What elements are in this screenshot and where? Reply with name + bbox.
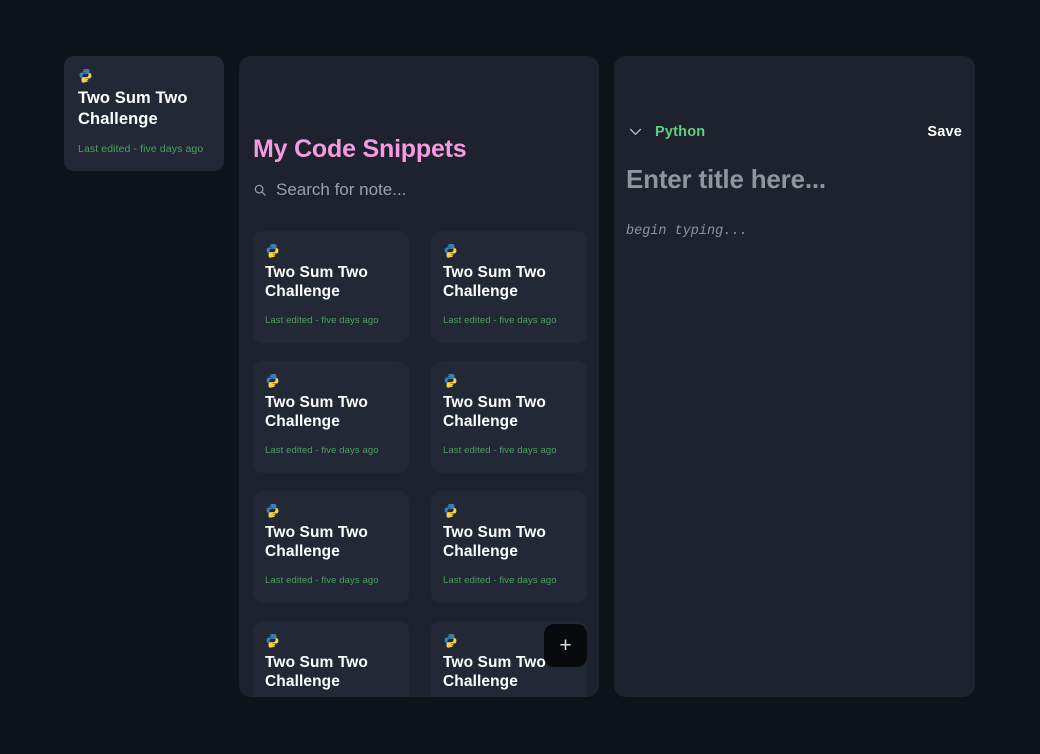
editor-panel: Python Save <box>614 56 975 697</box>
python-icon <box>444 373 457 388</box>
snippet-card-grid: Two Sum Two Challenge Last edited - five… <box>253 231 587 697</box>
snippet-card-title: Two Sum Two Challenge <box>443 264 546 301</box>
snippet-card-title: Two Sum Two Challenge <box>265 394 368 431</box>
note-body-textarea[interactable] <box>626 222 962 677</box>
add-snippet-button[interactable]: + <box>544 624 587 667</box>
sidebar-note-title: Two Sum Two Challenge <box>78 89 188 128</box>
snippet-card[interactable]: Two Sum Two Challenge Last edited - five… <box>431 491 587 603</box>
python-icon <box>266 633 279 648</box>
snippet-card-meta: Last edited - five days ago <box>443 444 557 456</box>
snippet-card[interactable]: Two Sum Two Challenge Last edited - five… <box>431 231 587 343</box>
sidebar: Two Sum Two Challenge Last edited - five… <box>64 56 224 172</box>
sidebar-note-card[interactable]: Two Sum Two Challenge Last edited - five… <box>64 56 224 172</box>
sidebar-note-meta: Last edited - five days ago <box>78 143 204 156</box>
python-icon <box>79 68 92 83</box>
snippet-card[interactable]: Two Sum Two Challenge Last edited - five… <box>253 621 409 697</box>
snippet-card-meta: Last edited - five days ago <box>265 444 379 456</box>
snippet-card-title: Two Sum Two Challenge <box>443 394 546 431</box>
search-icon <box>254 184 266 196</box>
snippet-card[interactable]: Two Sum Two Challenge Last edited - five… <box>431 361 587 473</box>
snippet-card-title: Two Sum Two Challenge <box>443 524 546 561</box>
python-icon <box>266 503 279 518</box>
snippet-card-meta: Last edited - five days ago <box>265 314 379 326</box>
python-icon <box>266 373 279 388</box>
python-icon <box>266 243 279 258</box>
snippet-card[interactable]: Two Sum Two Challenge Last edited - five… <box>253 231 409 343</box>
page-title: My Code Snippets <box>253 135 467 163</box>
search-bar[interactable] <box>253 180 583 200</box>
python-icon <box>444 633 457 648</box>
snippet-card-meta: Last edited - five days ago <box>443 314 557 326</box>
snippet-card[interactable]: Two Sum Two Challenge Last edited - five… <box>253 361 409 473</box>
python-icon <box>444 243 457 258</box>
save-button[interactable]: Save <box>927 124 962 140</box>
code-snippets-panel: My Code Snippets Two Sum Two Challenge L… <box>239 56 599 697</box>
chevron-down-icon[interactable] <box>627 123 644 140</box>
snippet-card-meta: Last edited - five days ago <box>265 574 379 586</box>
note-title-input[interactable] <box>626 164 962 195</box>
language-selector-label[interactable]: Python <box>655 124 705 140</box>
snippet-card-meta: Last edited - five days ago <box>443 574 557 586</box>
snippet-card-title: Two Sum Two Challenge <box>265 264 368 301</box>
search-input[interactable] <box>276 180 566 200</box>
snippet-card-title: Two Sum Two Challenge <box>265 524 368 561</box>
editor-toolbar: Python Save <box>627 123 962 140</box>
python-icon <box>444 503 457 518</box>
snippet-card-title: Two Sum Two Challenge <box>265 654 368 691</box>
snippet-card[interactable]: Two Sum Two Challenge Last edited - five… <box>253 491 409 603</box>
